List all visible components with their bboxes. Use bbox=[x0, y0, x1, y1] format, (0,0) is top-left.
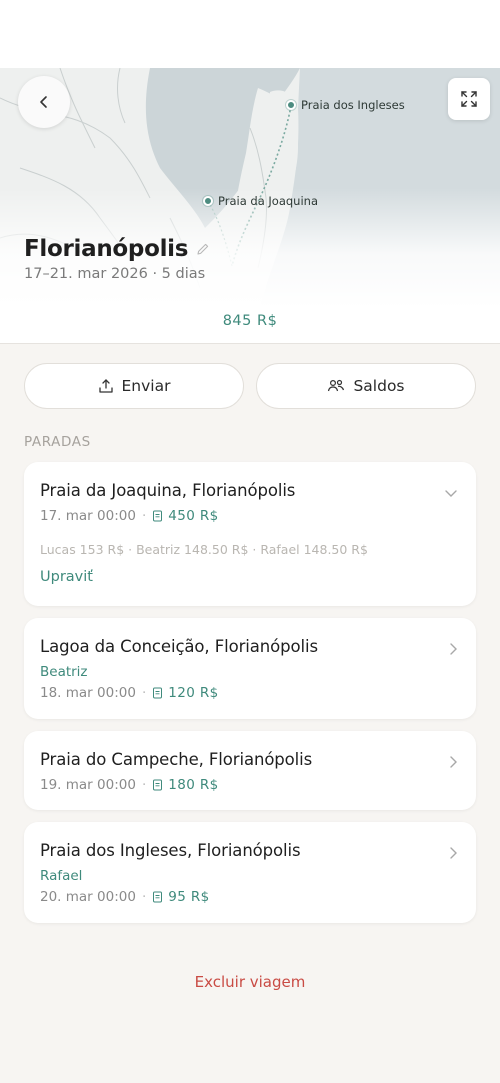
chevron-left-icon bbox=[40, 96, 47, 108]
expand-icon bbox=[461, 91, 477, 107]
stops-section-label: PARADAS bbox=[24, 434, 91, 450]
receipt-icon bbox=[152, 687, 163, 699]
stop-datetime: 20. mar 00:00 bbox=[40, 889, 136, 905]
edit-title-button[interactable] bbox=[196, 241, 210, 260]
stop-amount: 95 R$ bbox=[168, 889, 210, 905]
trip-dates: 17–21. mar 2026 · 5 dias bbox=[24, 266, 206, 282]
map-pin-label: Praia dos Ingleses bbox=[301, 98, 405, 112]
people-icon bbox=[327, 378, 345, 394]
stop-meta: 20. mar 00:00 · 95 R$ bbox=[40, 889, 210, 905]
stop-name: Lagoa da Conceição, Florianópolis bbox=[40, 637, 318, 656]
stop-payer: Rafael bbox=[40, 868, 83, 884]
stop-card[interactable]: Praia dos Ingleses, Florianópolis Rafael… bbox=[24, 822, 476, 923]
chevron-down-icon bbox=[445, 490, 457, 497]
stop-card[interactable]: Praia da Joaquina, Florianópolis 17. mar… bbox=[24, 462, 476, 606]
status-area bbox=[0, 0, 500, 68]
stop-payer: Beatriz bbox=[40, 664, 88, 680]
stop-datetime: 18. mar 00:00 bbox=[40, 685, 136, 701]
balances-label: Saldos bbox=[353, 377, 405, 395]
receipt-icon bbox=[152, 779, 163, 791]
stop-card[interactable]: Lagoa da Conceição, Florianópolis Beatri… bbox=[24, 618, 476, 719]
stop-card[interactable]: Praia do Campeche, Florianópolis 19. mar… bbox=[24, 731, 476, 810]
map-pin-label: Praia da Joaquina bbox=[218, 194, 319, 208]
trip-title: Florianópolis bbox=[24, 236, 189, 262]
receipt-icon bbox=[152, 510, 163, 522]
stop-datetime: 19. mar 00:00 bbox=[40, 777, 136, 793]
pencil-icon bbox=[197, 243, 209, 255]
stop-meta: 17. mar 00:00 · 450 R$ bbox=[40, 508, 219, 524]
chevron-right-icon bbox=[448, 845, 458, 864]
stop-split: Lucas 153 R$ · Beatriz 148.50 R$ · Rafae… bbox=[40, 542, 368, 557]
upload-icon bbox=[98, 378, 114, 394]
stop-name: Praia do Campeche, Florianópolis bbox=[40, 750, 313, 769]
chevron-right-icon bbox=[448, 641, 458, 660]
collapse-button[interactable] bbox=[444, 484, 458, 503]
map-pin[interactable] bbox=[203, 196, 213, 206]
stop-meta: 19. mar 00:00 · 180 R$ bbox=[40, 777, 219, 793]
receipt-icon bbox=[152, 891, 163, 903]
balances-button[interactable]: Saldos bbox=[256, 363, 476, 409]
stop-amount: 450 R$ bbox=[168, 508, 219, 524]
trip-title-row: Florianópolis bbox=[24, 236, 210, 262]
delete-trip-button[interactable]: Excluir viagem bbox=[0, 973, 500, 991]
chevron-right-icon bbox=[448, 754, 458, 773]
stop-datetime: 17. mar 00:00 bbox=[40, 508, 136, 524]
stop-amount: 180 R$ bbox=[168, 777, 219, 793]
expand-map-button[interactable] bbox=[448, 78, 490, 120]
edit-stop-link[interactable]: Upraviť bbox=[40, 569, 93, 585]
stop-meta: 18. mar 00:00 · 120 R$ bbox=[40, 685, 219, 701]
send-label: Enviar bbox=[121, 377, 171, 395]
stop-amount: 120 R$ bbox=[168, 685, 219, 701]
send-button[interactable]: Enviar bbox=[24, 363, 244, 409]
back-button[interactable] bbox=[18, 76, 70, 128]
stop-name: Praia da Joaquina, Florianópolis bbox=[40, 481, 296, 500]
stop-name: Praia dos Ingleses, Florianópolis bbox=[40, 841, 301, 860]
map-pin[interactable] bbox=[286, 100, 296, 110]
trip-total: 845 R$ bbox=[222, 313, 278, 329]
